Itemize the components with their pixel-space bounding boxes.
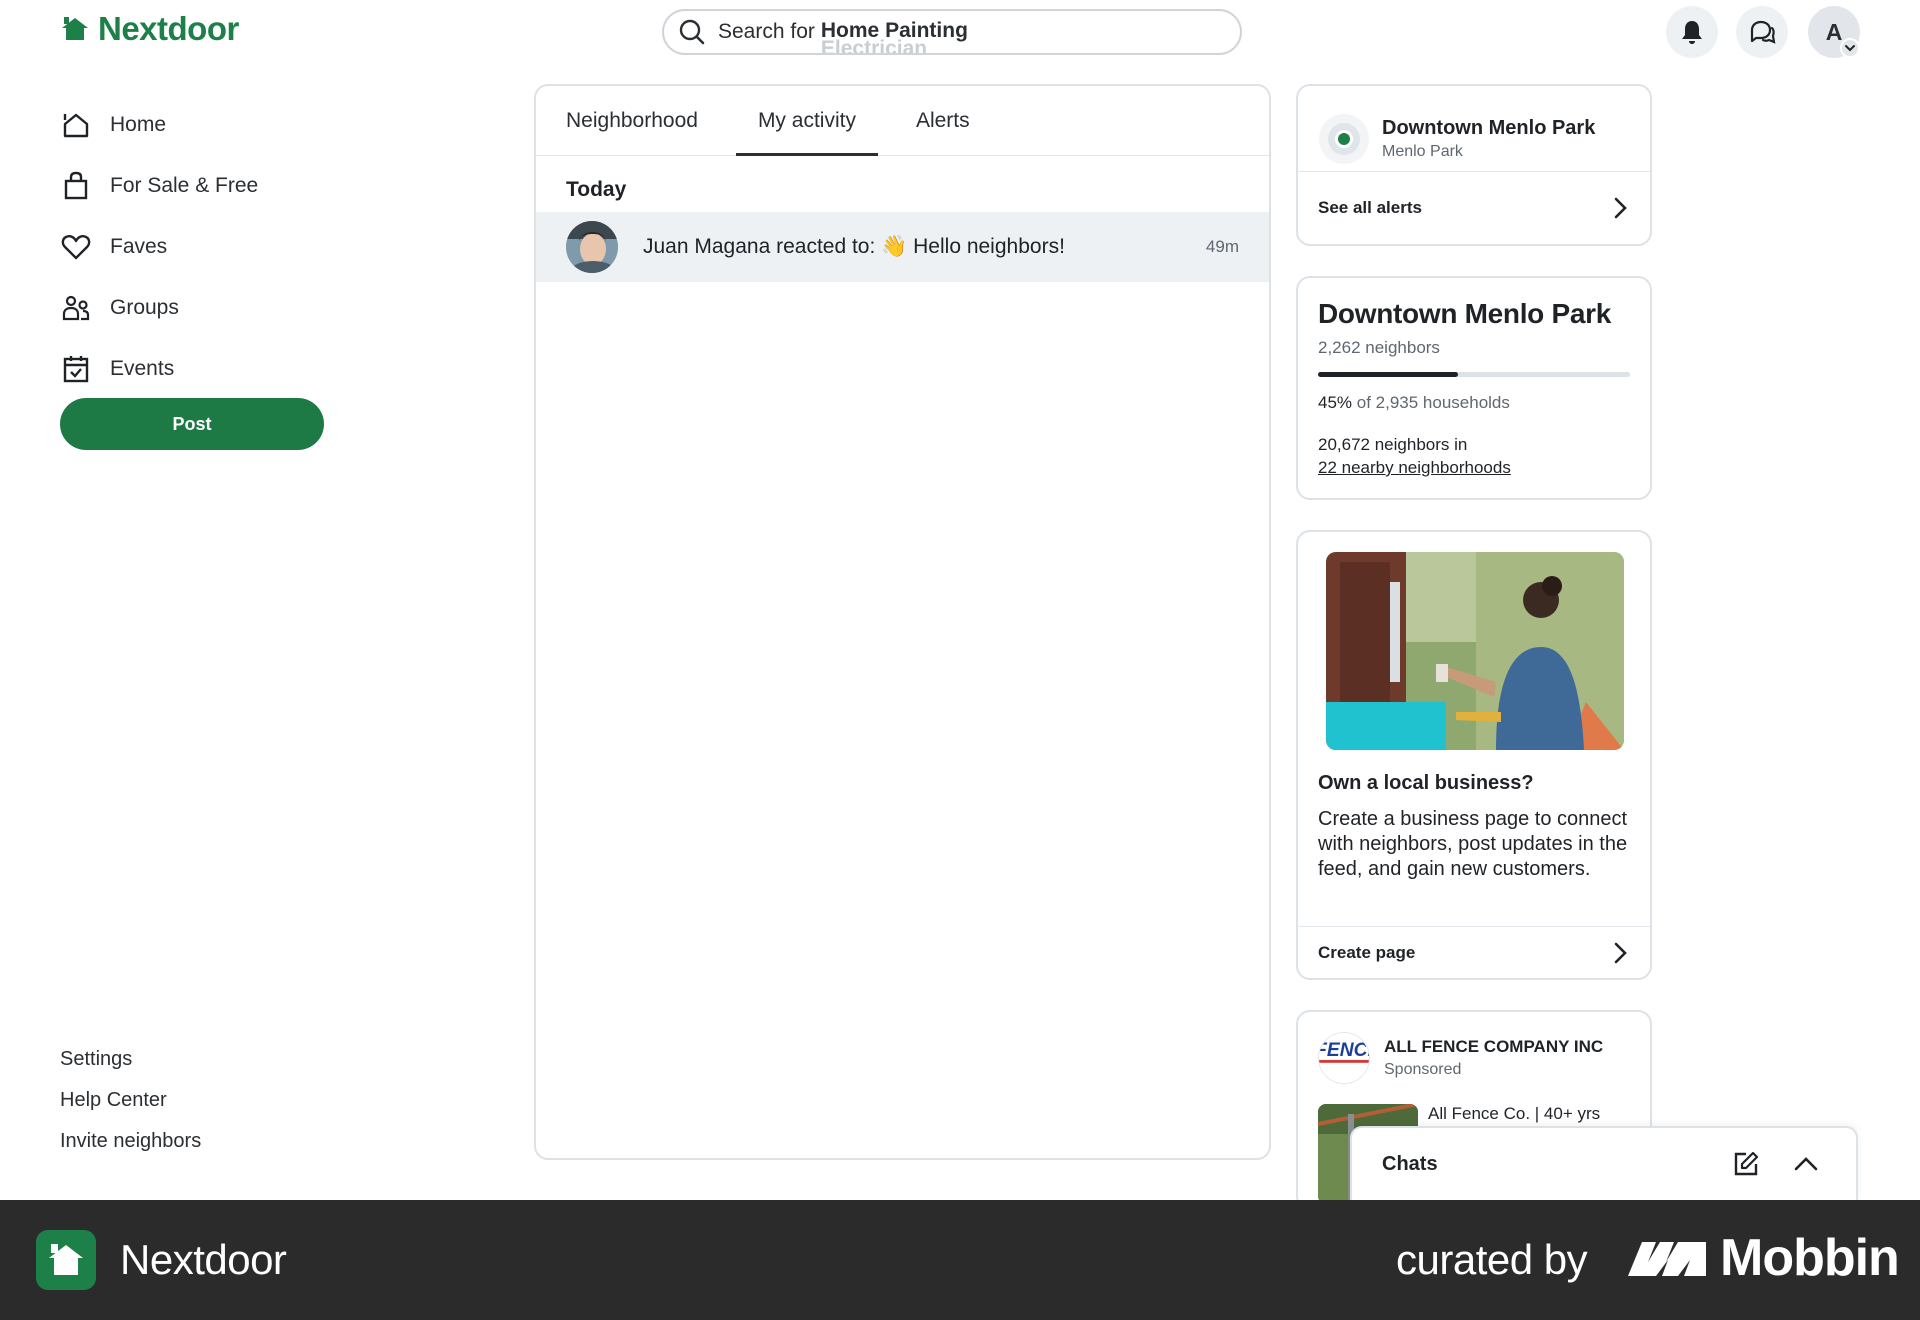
search-next-term: Electrician bbox=[820, 37, 928, 55]
mobbin-logo: Mobbin bbox=[1626, 1228, 1900, 1288]
neighbor-count: 2,262 neighbors bbox=[1318, 338, 1440, 357]
shopping-bag-icon bbox=[60, 170, 92, 202]
tab-alerts[interactable]: Alerts bbox=[894, 86, 992, 155]
settings-link[interactable]: Settings bbox=[60, 1044, 201, 1085]
advertiser-name[interactable]: ALL FENCE COMPANY INC bbox=[1384, 1037, 1603, 1057]
create-page-label: Create page bbox=[1318, 942, 1416, 962]
feed-tabs: Neighborhood My activity Alerts bbox=[536, 86, 1269, 156]
business-promo-title: Own a local business? bbox=[1318, 772, 1534, 794]
chevron-right-icon bbox=[1614, 942, 1627, 963]
avatar[interactable] bbox=[566, 221, 618, 273]
sidebar-item-label: Home bbox=[110, 112, 167, 136]
neighborhood-stats-card: Downtown Menlo Park 2,262 neighbors 45% … bbox=[1296, 276, 1652, 500]
chevron-up-icon bbox=[1794, 1157, 1818, 1171]
sidebar-item-home[interactable]: Home bbox=[60, 94, 258, 155]
sidebar-item-faves[interactable]: Faves bbox=[60, 216, 258, 277]
nextdoor-logo[interactable]: Nextdoor bbox=[60, 10, 239, 48]
profile-menu-toggle[interactable] bbox=[1840, 38, 1860, 58]
search-icon bbox=[679, 19, 705, 45]
sidebar-item-label: Faves bbox=[110, 234, 168, 258]
post-button[interactable]: Post bbox=[60, 398, 324, 450]
calendar-icon bbox=[60, 353, 92, 385]
sidebar-item-label: Events bbox=[110, 356, 175, 380]
activity-timestamp: 49m bbox=[1205, 237, 1239, 256]
sidebar-item-groups[interactable]: Groups bbox=[60, 277, 258, 338]
household-percent-text: 45% of 2,935 households bbox=[1318, 393, 1630, 413]
bell-icon bbox=[1682, 21, 1702, 44]
tab-my-activity[interactable]: My activity bbox=[735, 86, 878, 156]
section-title: Today bbox=[566, 178, 627, 201]
alerts-card-header: Downtown Menlo Park Menlo Park bbox=[1298, 86, 1650, 172]
search-prefix: Search for bbox=[718, 20, 815, 43]
search-rotating-terms: Home Painting Electrician bbox=[820, 12, 1021, 55]
sidebar-item-label: For Sale & Free bbox=[110, 173, 259, 197]
alerts-card-title: Downtown Menlo Park bbox=[1382, 116, 1596, 139]
create-page-link[interactable]: Create page bbox=[1298, 926, 1650, 978]
activity-panel: Neighborhood My activity Alerts Today Ju… bbox=[534, 84, 1271, 1160]
sidebar-item-label: Groups bbox=[110, 295, 179, 319]
compose-message-button[interactable] bbox=[1726, 1144, 1766, 1184]
business-promo-body: Create a business page to connect with n… bbox=[1318, 808, 1628, 880]
business-promo-card: Own a local business? Create a business … bbox=[1296, 530, 1652, 980]
neighborhood-title: Downtown Menlo Park bbox=[1318, 298, 1611, 329]
tab-neighborhood[interactable]: Neighborhood bbox=[544, 86, 720, 155]
heart-icon bbox=[60, 231, 92, 263]
house-logo-icon bbox=[62, 17, 88, 40]
list-item[interactable]: Juan Magana reacted to: 👋 Hello neighbor… bbox=[536, 212, 1269, 282]
business-photo bbox=[1326, 552, 1624, 750]
nearby-neighborhoods-link[interactable]: 22 nearby neighborhoods bbox=[1318, 458, 1511, 477]
chats-title: Chats bbox=[1382, 1152, 1438, 1175]
sidebar-nav: Home For Sale & Free Faves Groups Events bbox=[60, 94, 258, 399]
app-icon bbox=[36, 1230, 96, 1290]
household-progress-bar bbox=[1318, 372, 1630, 377]
chevron-down-icon bbox=[1845, 45, 1855, 52]
household-total: of 2,935 households bbox=[1356, 393, 1510, 412]
sponsored-label: Sponsored bbox=[1384, 1061, 1462, 1078]
chats-dock[interactable]: Chats bbox=[1350, 1126, 1858, 1200]
advertiser-logo[interactable]: FENCE bbox=[1318, 1032, 1370, 1084]
collapse-chats-button[interactable] bbox=[1786, 1144, 1826, 1184]
footer-app-badge: Nextdoor bbox=[36, 1230, 287, 1290]
footer-banner: Nextdoor curated by Mobbin bbox=[0, 1200, 1920, 1320]
mobbin-wordmark: Mobbin bbox=[1720, 1229, 1900, 1287]
alerts-card: Downtown Menlo Park Menlo Park See all a… bbox=[1296, 84, 1652, 246]
home-icon bbox=[60, 109, 92, 141]
logo-text: Nextdoor bbox=[98, 10, 239, 47]
notifications-button[interactable] bbox=[1666, 6, 1718, 58]
groups-icon bbox=[60, 292, 92, 324]
see-all-alerts-link[interactable]: See all alerts bbox=[1298, 172, 1650, 244]
help-center-link[interactable]: Help Center bbox=[60, 1085, 201, 1126]
ad-text: All Fence Co. | 40+ yrs bbox=[1428, 1104, 1601, 1123]
see-all-alerts-label: See all alerts bbox=[1318, 198, 1422, 217]
household-progress-fill bbox=[1318, 372, 1459, 377]
chevron-right-icon bbox=[1614, 197, 1627, 219]
chat-bubbles-icon bbox=[1750, 20, 1776, 44]
sidebar-item-for-sale[interactable]: For Sale & Free bbox=[60, 155, 258, 216]
nearby-count: 20,672 neighbors in bbox=[1318, 435, 1468, 454]
compose-icon bbox=[1734, 1151, 1759, 1176]
sidebar-item-events[interactable]: Events bbox=[60, 338, 258, 399]
activity-text: Juan Magana reacted to: 👋 Hello neighbor… bbox=[643, 235, 1065, 258]
location-pin-icon bbox=[1319, 113, 1369, 164]
sponsored-header: FENCE ALL FENCE COMPANY INC Sponsored bbox=[1298, 1012, 1650, 1084]
invite-neighbors-link[interactable]: Invite neighbors bbox=[60, 1126, 201, 1167]
mobbin-mark-icon bbox=[1628, 1242, 1706, 1276]
footer-app-name: Nextdoor bbox=[120, 1236, 287, 1283]
advertiser-logo-text: FENCE bbox=[1319, 1040, 1369, 1061]
nearby-neighbors: 20,672 neighbors in 22 nearby neighborho… bbox=[1318, 433, 1630, 479]
alerts-card-subtitle: Menlo Park bbox=[1382, 142, 1463, 160]
sidebar-footer-links: Settings Help Center Invite neighbors bbox=[60, 1044, 201, 1167]
curated-by-text: curated by bbox=[1396, 1236, 1588, 1283]
search-bar[interactable]: Search for Home Painting Electrician bbox=[662, 9, 1242, 55]
messages-button[interactable] bbox=[1736, 6, 1788, 58]
household-percent: 45% bbox=[1318, 393, 1353, 412]
